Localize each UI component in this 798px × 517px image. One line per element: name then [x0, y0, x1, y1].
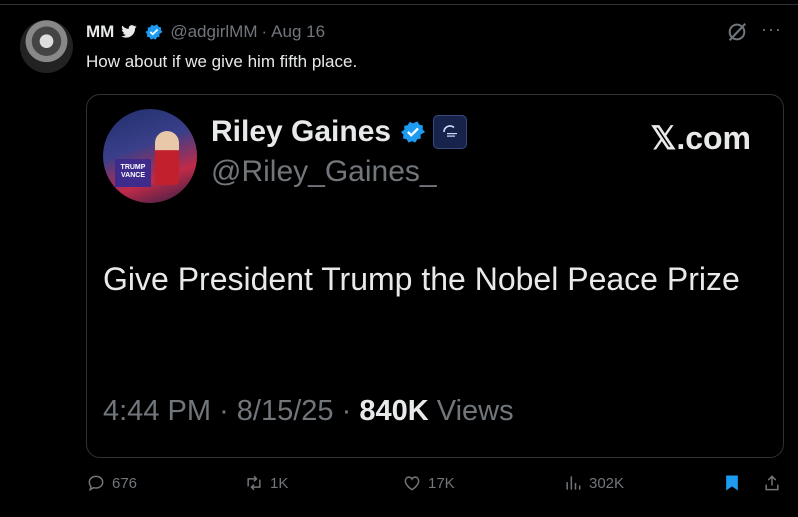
quoted-name[interactable]: Riley Gaines: [211, 115, 391, 149]
bird-icon: [121, 25, 138, 38]
repost-count: 1K: [270, 474, 289, 492]
reply-icon: [88, 475, 104, 492]
divider: [0, 4, 798, 5]
speaker: [155, 131, 179, 185]
separator: ·: [341, 395, 352, 427]
bookmark-button[interactable]: [722, 473, 748, 493]
action-bar: 676 1K 17K 302K: [0, 473, 798, 503]
verified-badge-icon: [145, 24, 163, 40]
views-icon: [566, 476, 581, 490]
views-button[interactable]: 302K: [563, 473, 624, 493]
reply-button[interactable]: 676: [86, 473, 137, 493]
quoted-date: 8/15/25: [236, 395, 334, 427]
quoted-time: 4:44 PM: [103, 395, 211, 427]
tweet-header: MM @adgirlMM · Aug 16: [86, 20, 325, 44]
repost-button[interactable]: 1K: [244, 473, 288, 493]
tweet-text: How about if we give him fifth place.: [86, 52, 358, 71]
quoted-text: Give President Trump the Nobel Peace Pri…: [103, 261, 740, 297]
source-label: 𝕏.com: [650, 120, 751, 156]
quoted-handle[interactable]: @Riley_Gaines_: [211, 155, 437, 189]
share-icon: [765, 475, 779, 491]
grok-icon[interactable]: [726, 21, 748, 43]
podium: TRUMP VANCE: [115, 159, 151, 187]
reply-count: 676: [112, 474, 138, 492]
like-icon: [404, 476, 420, 491]
quoted-views-label: Views: [436, 395, 514, 427]
tweet-date[interactable]: Aug 16: [271, 22, 325, 42]
author-handle[interactable]: @adgirlMM: [170, 22, 257, 42]
author-name[interactable]: MM: [86, 22, 114, 42]
author-avatar[interactable]: [20, 20, 73, 73]
affiliate-logo-icon: [443, 125, 458, 137]
separator: ·: [261, 22, 268, 41]
quoted-tweet-card[interactable]: TRUMP VANCE Riley Gaines @Riley_Gaines_ …: [86, 94, 784, 458]
separator: ·: [219, 395, 229, 427]
like-count: 17K: [428, 474, 455, 492]
quoted-meta: 4:44 PM · 8/15/25 · 840K Views: [103, 395, 514, 428]
verified-badge-icon: [401, 121, 426, 143]
bookmark-icon: [726, 475, 738, 491]
quoted-avatar[interactable]: TRUMP VANCE: [103, 109, 197, 203]
like-button[interactable]: 17K: [402, 473, 455, 493]
more-icon[interactable]: ···: [761, 19, 782, 40]
quoted-views-count: 840K: [359, 395, 429, 427]
quoted-name-row: Riley Gaines: [211, 115, 468, 149]
share-button[interactable]: [762, 473, 788, 493]
podium-text: TRUMP VANCE: [120, 164, 146, 179]
repost-icon: [247, 475, 261, 491]
affiliate-badge-icon[interactable]: [433, 115, 468, 149]
views-count: 302K: [589, 474, 625, 492]
